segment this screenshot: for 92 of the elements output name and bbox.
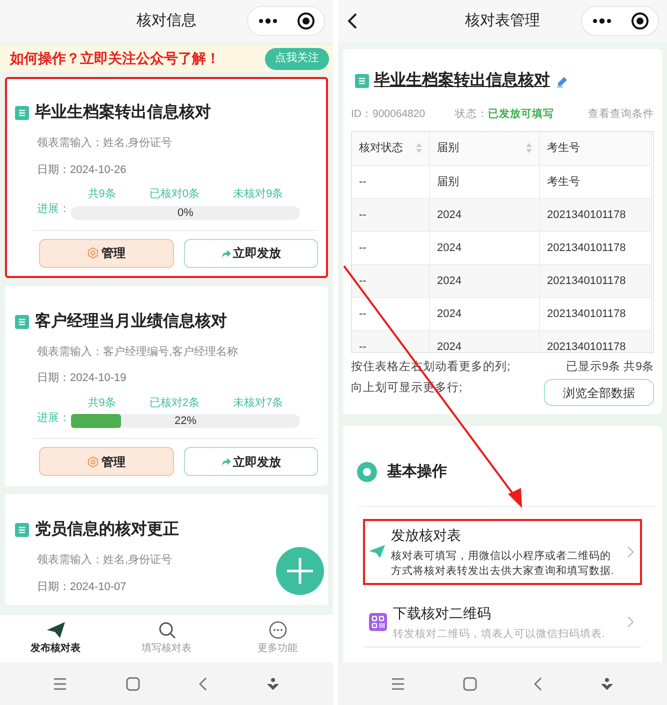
operation-title: 下载核对二维码 xyxy=(393,604,492,622)
share-icon xyxy=(220,457,231,466)
sheet-id: ID：900064820 xyxy=(351,107,426,122)
progress-label: 进展： xyxy=(37,202,71,217)
list-icon xyxy=(15,523,29,537)
task-card[interactable]: 毕业生档案转出信息核对 领表需输入：姓名,身份证号 日期：2024-10-26 进展： 共9条 已核对0条 未核对9条 0% 管理 立即发放 xyxy=(5,77,328,278)
table-cell: 2021340101178 xyxy=(540,296,652,330)
table-cell: -- xyxy=(352,296,430,330)
paper-plane-icon xyxy=(369,544,385,558)
table-cell: 考生号 xyxy=(540,164,652,198)
progress-label: 进展： xyxy=(37,410,71,426)
gear-icon xyxy=(87,247,100,259)
more-icon[interactable] xyxy=(592,18,612,24)
manage-button[interactable]: 管理 xyxy=(39,238,174,268)
qr-code-icon xyxy=(369,613,387,631)
card-title: 党员信息的核对更正 xyxy=(35,520,179,540)
chevron-right-icon xyxy=(627,546,634,558)
add-button[interactable] xyxy=(275,546,325,596)
paper-plane-icon xyxy=(46,621,66,639)
table-cell: 2024 xyxy=(430,330,540,352)
back-icon[interactable] xyxy=(346,12,358,30)
close-icon[interactable] xyxy=(630,12,648,30)
distribute-button[interactable]: 立即发放 xyxy=(184,238,318,268)
table-cell: 届别 xyxy=(430,164,540,198)
column-header[interactable]: 届别 xyxy=(430,132,540,165)
count-text: 未核对9条 xyxy=(233,187,284,202)
assistant-icon[interactable] xyxy=(600,676,614,690)
date-text: 日期：2024-10-07 xyxy=(37,580,128,594)
menu-icon[interactable] xyxy=(390,678,405,690)
input-hint: 领表需输入：姓名,身份证号 xyxy=(37,553,174,568)
list-icon xyxy=(355,74,369,88)
page-title: 核对表管理 xyxy=(465,10,540,31)
table-cell: -- xyxy=(352,330,430,352)
status-label: 状态： xyxy=(455,107,488,122)
manage-button[interactable]: 管理 xyxy=(39,447,174,476)
table-cell: 2024 xyxy=(430,296,540,330)
section-title: 基本操作 xyxy=(387,462,447,482)
count-text: 已核对0条 xyxy=(149,187,200,202)
table-cell: 2024 xyxy=(430,264,540,297)
date-text: 日期：2024-10-26 xyxy=(37,162,128,178)
operation-description: 转发核对二维码，填表人可以微信扫码填表. xyxy=(393,626,606,642)
operation-item[interactable]: 发放核对表 核对表可填写，用微信以小程序或者二维码的方式将核对表转发出去供大家查询和填写数据. xyxy=(363,518,642,584)
gear-icon xyxy=(87,456,100,468)
table-cell: 2021340101178 xyxy=(540,198,652,231)
table-cell: 2021340101178 xyxy=(540,230,652,264)
table-cell: 2021340101178 xyxy=(540,264,652,297)
row-count: 已显示9条 共9条 xyxy=(566,360,654,375)
operation-description: 核对表可填写，用微信以小程序或者二维码的方式将核对表转发出去供大家查询和填写数据. xyxy=(391,548,615,578)
progress-percent: 0% xyxy=(178,206,194,218)
distribute-button[interactable]: 立即发放 xyxy=(184,447,318,476)
chevron-right-icon xyxy=(627,616,634,628)
list-icon xyxy=(15,314,29,328)
more-icon xyxy=(268,621,286,639)
table-cell: 2021340101178 xyxy=(540,330,652,352)
home-icon[interactable] xyxy=(126,676,140,690)
table-cell: 2024 xyxy=(430,230,540,264)
card-title: 毕业生档案转出信息核对 xyxy=(35,102,211,123)
table-cell: -- xyxy=(352,230,430,264)
input-hint: 领表需输入：姓名,身份证号 xyxy=(37,136,174,151)
operation-title: 发放核对表 xyxy=(391,526,462,544)
list-icon xyxy=(15,106,29,120)
task-card[interactable]: 党员信息的核对更正 领表需输入：姓名,身份证号 日期：2024-10-07 xyxy=(5,494,328,605)
banner-text: 如何操作？立即关注公众号了解！ xyxy=(10,49,220,68)
search-icon xyxy=(158,621,176,639)
table-cell: -- xyxy=(352,198,430,231)
count-text: 共9条 xyxy=(88,396,116,410)
edit-icon[interactable] xyxy=(555,74,569,88)
table-cell: 2024 xyxy=(430,198,540,231)
count-text: 共9条 xyxy=(88,187,116,202)
home-icon[interactable] xyxy=(462,676,477,690)
progress-percent: 22% xyxy=(174,415,197,427)
count-text: 已核对2条 xyxy=(149,396,200,410)
close-icon[interactable] xyxy=(296,12,314,30)
browse-all-button[interactable]: 浏览全部数据 xyxy=(544,379,654,406)
table-cell: -- xyxy=(352,264,430,297)
input-hint: 领表需输入：客户经理编号,客户经理名称 xyxy=(37,344,240,360)
operation-item[interactable]: 下载核对二维码 转发核对二维码，填表人可以微信扫码填表. xyxy=(363,596,642,648)
sheet-title[interactable]: 毕业生档案转出信息核对 xyxy=(374,69,550,93)
assistant-icon[interactable] xyxy=(266,676,280,690)
more-icon[interactable] xyxy=(258,18,278,24)
column-header[interactable]: 考生号 xyxy=(540,132,652,165)
tab-item[interactable]: 发布核对表 xyxy=(10,621,100,656)
column-header[interactable]: 核对状态 xyxy=(352,132,430,165)
card-title: 客户经理当月业绩信息核对 xyxy=(35,311,227,332)
menu-icon[interactable] xyxy=(53,678,68,690)
table-cell: -- xyxy=(352,164,430,198)
date-text: 日期：2024-10-19 xyxy=(37,371,128,386)
share-icon xyxy=(220,248,231,258)
count-text: 未核对7条 xyxy=(233,396,284,410)
page-title: 核对信息 xyxy=(136,10,196,31)
task-card[interactable]: 客户经理当月业绩信息核对 领表需输入：客户经理编号,客户经理名称 日期：2024-10-19 进展： 共9条 已核对2条 未核对7条 22% 管理 立即发放 xyxy=(5,286,328,486)
status-text: 已发放可填写 xyxy=(488,107,554,122)
